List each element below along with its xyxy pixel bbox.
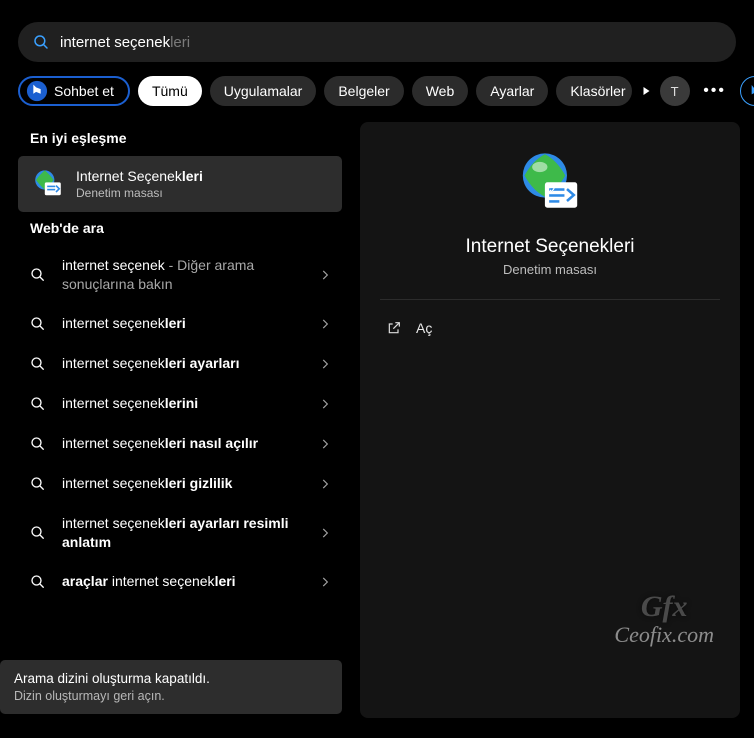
preview-subtitle: Denetim masası: [380, 262, 720, 277]
chevron-right-icon: [318, 437, 332, 451]
web-result-item[interactable]: internet seçenekleri ayarları: [18, 344, 342, 384]
chevron-right-icon: [318, 526, 332, 540]
preview-panel: Internet Seçenekleri Denetim masası Aç G…: [360, 122, 740, 718]
best-match-item[interactable]: Internet Seçenekleri Denetim masası: [18, 156, 342, 212]
tab-chat[interactable]: Sohbet et: [18, 76, 130, 106]
web-result-item[interactable]: internet seçenekleri nasıl açılır: [18, 424, 342, 464]
open-action[interactable]: Aç: [380, 314, 438, 342]
web-result-text: internet seçenekleri ayarları resimli an…: [62, 514, 304, 552]
web-result-item[interactable]: araçlar internet seçenekleri: [18, 562, 342, 602]
best-match-subtitle: Denetim masası: [76, 186, 203, 200]
tab-documents[interactable]: Belgeler: [324, 76, 403, 106]
filter-tabs: Sohbet et Tümü Uygulamalar Belgeler Web …: [18, 76, 736, 106]
user-avatar[interactable]: T: [660, 76, 690, 106]
open-external-icon: [386, 320, 402, 336]
web-result-item[interactable]: internet seçeneklerini: [18, 384, 342, 424]
web-result-text: internet seçenek - Diğer arama sonuçları…: [62, 256, 304, 294]
bing-chat-icon: [26, 80, 48, 102]
search-icon: [28, 394, 48, 414]
notice-title: Arama dizini oluşturma kapatıldı.: [14, 671, 328, 686]
search-bar[interactable]: internet seçenekleri: [18, 22, 736, 62]
divider: [380, 299, 720, 300]
more-options-button[interactable]: •••: [700, 76, 730, 106]
search-icon: [28, 523, 48, 543]
watermark: Gfx Ceofix.com: [614, 590, 714, 648]
internet-options-icon: [32, 168, 64, 200]
web-result-text: internet seçenekleri nasıl açılır: [62, 434, 304, 453]
results-panel: En iyi eşleşme Internet Seçenekleri Dene…: [0, 122, 352, 718]
best-match-heading: En iyi eşleşme: [30, 130, 352, 146]
bing-button[interactable]: [740, 76, 754, 106]
indexing-notice[interactable]: Arama dizini oluşturma kapatıldı. Dizin …: [0, 660, 342, 714]
tab-chat-label: Sohbet et: [54, 83, 114, 99]
play-icon: [640, 85, 652, 97]
web-search-heading: Web'de ara: [30, 220, 352, 236]
web-result-item[interactable]: internet seçenek - Diğer arama sonuçları…: [18, 246, 342, 304]
web-results-list: internet seçenek - Diğer arama sonuçları…: [18, 246, 342, 602]
search-icon: [28, 572, 48, 592]
preview-app-icon: [516, 150, 584, 218]
search-input[interactable]: internet seçenekleri: [60, 34, 190, 51]
web-result-text: internet seçenekleri: [62, 314, 304, 333]
preview-title: Internet Seçenekleri: [380, 236, 720, 258]
tab-web[interactable]: Web: [412, 76, 469, 106]
tab-all[interactable]: Tümü: [138, 76, 202, 106]
chevron-right-icon: [318, 268, 332, 282]
search-typed-text: internet seçenek: [60, 34, 170, 51]
web-result-item[interactable]: internet seçenekleri: [18, 304, 342, 344]
search-icon: [28, 474, 48, 494]
chevron-right-icon: [318, 477, 332, 491]
open-action-label: Aç: [416, 320, 432, 336]
chevron-right-icon: [318, 575, 332, 589]
tab-settings[interactable]: Ayarlar: [476, 76, 548, 106]
search-icon: [32, 33, 50, 51]
web-result-text: araçlar internet seçenekleri: [62, 572, 304, 591]
chevron-right-icon: [318, 397, 332, 411]
scroll-tabs-right-button[interactable]: [640, 76, 652, 106]
bing-icon: [747, 83, 754, 99]
web-result-text: internet seçeneklerini: [62, 394, 304, 413]
notice-subtitle: Dizin oluşturmayı geri açın.: [14, 689, 328, 703]
tab-folders[interactable]: Klasörler: [556, 76, 631, 106]
chevron-right-icon: [318, 357, 332, 371]
web-result-text: internet seçenekleri ayarları: [62, 354, 304, 373]
chevron-right-icon: [318, 317, 332, 331]
search-icon: [28, 434, 48, 454]
tab-apps[interactable]: Uygulamalar: [210, 76, 317, 106]
web-result-item[interactable]: internet seçenekleri gizlilik: [18, 464, 342, 504]
web-result-text: internet seçenekleri gizlilik: [62, 474, 304, 493]
search-icon: [28, 354, 48, 374]
ellipsis-icon: •••: [703, 82, 726, 100]
web-result-item[interactable]: internet seçenekleri ayarları resimli an…: [18, 504, 342, 562]
search-icon: [28, 314, 48, 334]
search-autocomplete-text: leri: [170, 34, 190, 51]
best-match-title: Internet Seçenekleri: [76, 168, 203, 184]
search-icon: [28, 265, 48, 285]
